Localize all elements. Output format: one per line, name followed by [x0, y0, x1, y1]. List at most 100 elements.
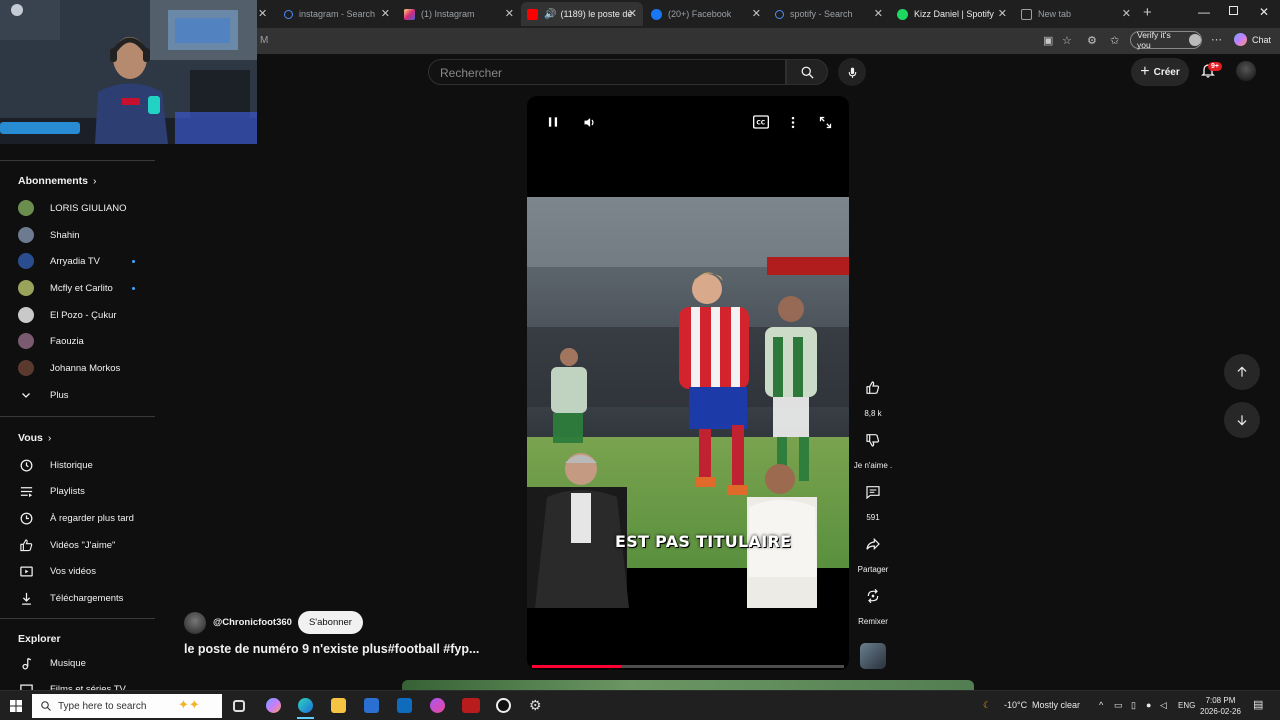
hidden-icons-chevron-icon[interactable]: ^: [1099, 700, 1103, 710]
account-avatar[interactable]: [1236, 61, 1256, 81]
volume-icon[interactable]: [582, 115, 597, 130]
search-input[interactable]: Rechercher: [428, 59, 786, 85]
windows-start-icon[interactable]: [10, 700, 22, 712]
voice-search-button[interactable]: [838, 58, 866, 86]
tab-spotify-search[interactable]: spotify - Search ✕: [769, 2, 889, 26]
channel-avatar[interactable]: [184, 611, 206, 634]
sidebar-item-watch-later[interactable]: À regarder plus tard: [18, 508, 158, 528]
channel-name[interactable]: @Chronicfoot360: [213, 617, 292, 628]
sidebar-item-subscription[interactable]: El Pozo - Çukur: [18, 305, 158, 325]
system-clock[interactable]: 7:08 PM 2026-02-26: [1200, 695, 1241, 717]
microsoft-store-icon[interactable]: [364, 698, 379, 713]
more-menu-icon[interactable]: ⋯: [1211, 33, 1222, 46]
search-highlight-icon: ✦✦: [178, 697, 200, 712]
previous-video-button[interactable]: [1224, 354, 1260, 390]
outlook-icon[interactable]: [397, 698, 412, 713]
copilot-chat-button[interactable]: Chat: [1234, 33, 1271, 46]
create-label: Créer: [1153, 66, 1180, 78]
weather-condition[interactable]: Mostly clear: [1032, 700, 1080, 710]
create-button[interactable]: + Créer: [1131, 58, 1189, 86]
edge-browser-icon[interactable]: [298, 698, 313, 713]
more-options-icon[interactable]: [787, 115, 799, 130]
sidebar-item-playlists[interactable]: Playlists: [18, 481, 158, 501]
like-button[interactable]: 8,8 k: [856, 372, 890, 418]
tab-facebook[interactable]: (20+) Facebook ✕: [645, 2, 767, 26]
microphone-icon[interactable]: ●: [1146, 700, 1151, 710]
app-install-icon[interactable]: ▣: [1043, 34, 1053, 47]
sidebar-item-subscription[interactable]: Faouzia: [18, 331, 158, 351]
tab-instagram[interactable]: (1) Instagram ✕: [398, 2, 520, 26]
sidebar-item-your-videos[interactable]: Vos vidéos: [18, 561, 158, 581]
close-icon[interactable]: ✕: [752, 7, 761, 20]
sidebar-item-downloads[interactable]: Téléchargements: [18, 588, 158, 608]
sidebar-item-history[interactable]: Historique: [18, 455, 158, 475]
settings-gear-icon[interactable]: ⚙: [529, 697, 544, 713]
remix-button[interactable]: Remixer: [856, 580, 890, 626]
close-icon[interactable]: ✕: [381, 7, 390, 20]
video-player[interactable]: CC EST PAS TITULAIRE: [527, 96, 849, 670]
sidebar-item-label: Shahin: [50, 229, 80, 241]
close-icon[interactable]: ✕: [628, 7, 637, 20]
minimize-icon[interactable]: —: [1198, 5, 1210, 19]
sidebar-item-label: Historique: [50, 459, 93, 471]
audio-source-thumbnail[interactable]: [860, 643, 886, 669]
favorites-icon[interactable]: ✩: [1110, 34, 1119, 47]
verify-profile-button[interactable]: Verify it's you: [1130, 30, 1202, 50]
search-button[interactable]: [786, 59, 828, 85]
watch-later-icon: [18, 510, 34, 526]
sidebar-item-liked-videos[interactable]: Vidéos "J'aime": [18, 535, 158, 555]
network-icon[interactable]: ▭: [1114, 700, 1123, 711]
task-view-icon[interactable]: [233, 700, 245, 712]
subscribe-button[interactable]: S'abonner: [297, 611, 363, 634]
tab-instagram-search[interactable]: instagram - Search ✕: [278, 2, 396, 26]
close-icon[interactable]: ✕: [1122, 7, 1131, 20]
tab-youtube-active[interactable]: 🔊 (1189) le poste de n ✕: [521, 2, 643, 26]
tab-label: spotify - Search: [790, 9, 853, 19]
notification-center-icon[interactable]: ▤: [1253, 698, 1263, 711]
sidebar-item-subscription[interactable]: Shahin: [18, 225, 158, 245]
sidebar-item-label: Arryadia TV: [50, 255, 100, 267]
sidebar-item-music[interactable]: Musique: [18, 653, 158, 673]
tab-spotify[interactable]: Kizz Daniel | Spotify ✕: [891, 2, 1013, 26]
language-indicator[interactable]: ENG: [1178, 701, 1195, 710]
favorite-star-icon[interactable]: ☆: [1062, 34, 1072, 47]
speaker-icon[interactable]: ◁: [1160, 700, 1167, 711]
close-icon[interactable]: ✕: [505, 7, 514, 20]
weather-temperature[interactable]: -10°C: [1004, 700, 1027, 710]
messenger-icon[interactable]: [430, 698, 445, 713]
pause-icon[interactable]: [546, 115, 560, 129]
remix-label: Remixer: [858, 617, 888, 626]
sidebar-item-subscription[interactable]: Arryadia TV: [18, 251, 158, 271]
speaker-icon[interactable]: 🔊: [544, 9, 556, 20]
tab-new-tab[interactable]: New tab ✕: [1015, 2, 1137, 26]
close-icon[interactable]: ✕: [258, 7, 267, 20]
restore-icon[interactable]: [1229, 6, 1238, 15]
thumbs-up-icon: [866, 381, 880, 394]
search-icon: [41, 701, 51, 711]
voicemeeter-icon[interactable]: [462, 698, 480, 713]
extensions-icon[interactable]: ⚙: [1087, 34, 1097, 47]
sidebar-item-label: Faouzia: [50, 335, 84, 347]
closed-captions-icon[interactable]: CC: [753, 115, 769, 129]
video-progress-bar[interactable]: [532, 665, 844, 668]
comments-button[interactable]: 591: [856, 476, 890, 522]
sidebar-item-more[interactable]: Plus: [18, 385, 158, 405]
next-video-button[interactable]: [1224, 402, 1260, 438]
close-icon[interactable]: ✕: [874, 7, 883, 20]
sidebar-item-subscription[interactable]: LORIS GIULIANO: [18, 198, 158, 218]
window-close-icon[interactable]: ✕: [1259, 5, 1269, 19]
file-explorer-icon[interactable]: [331, 698, 346, 713]
fullscreen-icon[interactable]: [818, 115, 833, 130]
taskbar-search-input[interactable]: Type here to search ✦✦: [32, 694, 222, 718]
copilot-taskbar-icon[interactable]: [266, 698, 281, 713]
sidebar-item-subscription[interactable]: Mcfly et Carlito: [18, 278, 158, 298]
new-tab-plus-icon[interactable]: +: [1143, 4, 1152, 21]
you-header[interactable]: Vous ›: [18, 432, 51, 444]
close-icon[interactable]: ✕: [998, 7, 1007, 20]
share-button[interactable]: Partager: [856, 528, 890, 574]
obs-icon[interactable]: [496, 698, 511, 713]
dislike-button[interactable]: Je n'aime .: [853, 424, 893, 470]
sidebar-item-subscription[interactable]: Johanna Morkos: [18, 358, 158, 378]
video-title[interactable]: le poste de numéro 9 n'existe plus#footb…: [184, 642, 479, 656]
subscriptions-header[interactable]: Abonnements ›: [18, 175, 97, 187]
